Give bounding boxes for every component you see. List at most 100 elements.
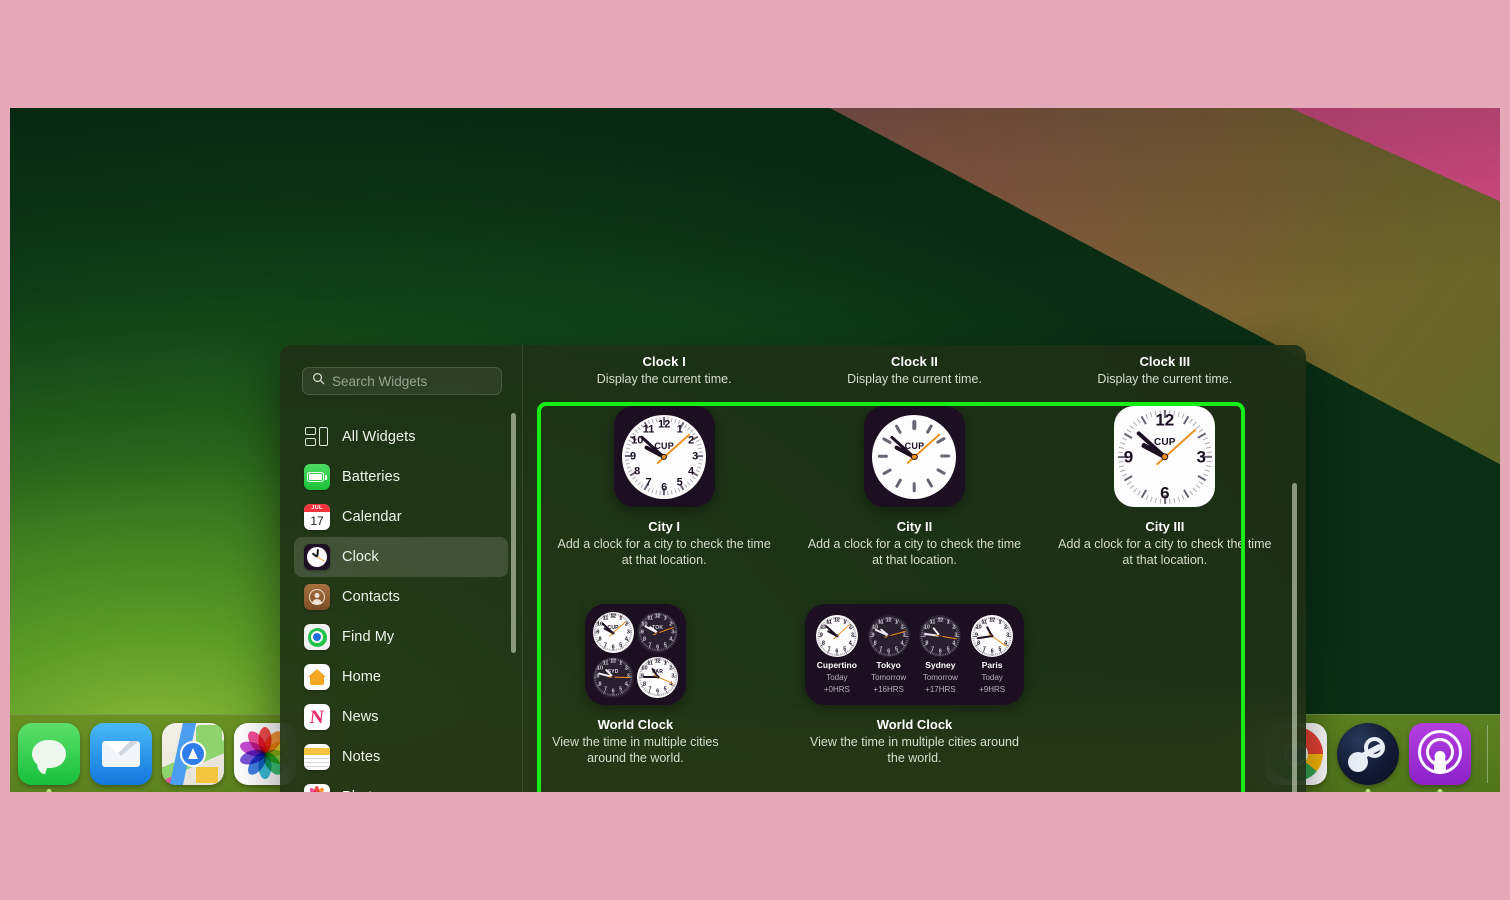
widget-row-city: 121234567891011CUP City I Add a clock fo… — [523, 406, 1306, 568]
world-clock-city-cupertino: 121234567891011CupertinoToday+0HRS — [816, 615, 858, 694]
sidebar-item-clock[interactable]: Clock — [294, 537, 508, 577]
sidebar-item-label: Photos — [342, 789, 388, 792]
clock-numeral: 3 — [851, 634, 854, 640]
clock-tick — [1203, 473, 1208, 476]
clock-numeral: 7 — [879, 647, 882, 653]
sidebar-item-label: Contacts — [342, 589, 400, 605]
clock-tick — [1137, 490, 1141, 495]
analog-clock-square: 12369CUP — [1114, 406, 1215, 507]
clock-tick — [625, 460, 629, 461]
widget-subtitle: Display the current time. — [549, 372, 779, 386]
world-clock-city-tokyo: 121234567891011TokyoTomorrow+16HRS — [868, 615, 910, 694]
clock-tick — [906, 632, 908, 633]
clock-tick — [1198, 481, 1203, 485]
dock-item-mail[interactable] — [90, 723, 152, 785]
clock-numeral: 3 — [692, 451, 698, 462]
sidebar-item-find-my[interactable]: Find My — [294, 617, 508, 657]
dock-item-steam[interactable] — [1337, 723, 1399, 785]
sidebar-item-notes[interactable]: Notes — [294, 737, 508, 777]
widget-preview-city-2[interactable]: CUP — [864, 406, 965, 507]
widget-preview-world-clock-small[interactable]: 121234567891011CUP121234567891011TOK1212… — [585, 604, 686, 705]
widget-subtitle: View the time in multiple cities around … — [807, 735, 1022, 766]
widget-card-city-1[interactable]: 121234567891011CUP City I Add a clock fo… — [539, 406, 789, 568]
clock-tick — [882, 653, 883, 655]
clock-tick — [630, 675, 632, 676]
widget-preview-city-3[interactable]: 12369CUP — [1114, 406, 1215, 507]
content-scrollbar[interactable] — [1292, 483, 1297, 792]
clock-numeral: 10 — [641, 667, 647, 673]
clock-icon — [304, 544, 330, 570]
clock-variant-headers: Clock I Display the current time. Clock … — [523, 345, 1306, 386]
clock-numeral: 1 — [619, 617, 622, 623]
sidebar-item-batteries[interactable]: Batteries — [294, 457, 508, 497]
clock-numeral: 1 — [677, 424, 683, 435]
clock-tick — [853, 630, 855, 631]
dock-item-maps[interactable] — [162, 723, 224, 785]
sidebar-item-photos[interactable]: Photos — [294, 777, 508, 792]
clock-tick — [1189, 490, 1193, 495]
widget-category-list: All Widgets Batteries JUL 17 Calendar — [280, 417, 522, 792]
clock-numeral: 2 — [952, 626, 955, 632]
clock-tick — [1206, 446, 1211, 448]
clock-numeral: 5 — [998, 647, 1001, 653]
sidebar-item-home[interactable]: Home — [294, 657, 508, 697]
clock-numeral: 8 — [925, 641, 928, 647]
clock-numeral: 5 — [947, 647, 950, 653]
clock-tick — [905, 641, 907, 642]
clock-numeral: 11 — [981, 620, 987, 626]
sidebar-item-contacts[interactable]: Contacts — [294, 577, 508, 617]
clock-tick — [697, 467, 701, 469]
sidebar-item-calendar[interactable]: JUL 17 Calendar — [294, 497, 508, 537]
clock-tick — [1118, 460, 1123, 462]
clock-numeral: 11 — [878, 620, 884, 626]
mini-clock-par: 121234567891011PAR — [637, 657, 678, 698]
clock-numeral: 12 — [989, 618, 995, 624]
clock-tick — [1196, 484, 1201, 488]
clock-tick — [1133, 421, 1137, 426]
clock-pivot — [887, 635, 890, 638]
clock-numeral: 5 — [664, 687, 667, 693]
clock-tick — [957, 632, 959, 633]
clock-numeral: 9 — [630, 451, 636, 462]
clock-tick — [1150, 496, 1153, 501]
widget-card-world-clock-medium[interactable]: 121234567891011CupertinoToday+0HRS121234… — [732, 604, 1098, 766]
clock-tick — [1126, 428, 1131, 432]
widget-card-world-clock-small[interactable]: 121234567891011CUP121234567891011TOK1212… — [539, 604, 732, 766]
clock-numeral: 5 — [664, 643, 667, 649]
clock-tick — [698, 463, 702, 465]
clock-numeral: 5 — [677, 478, 683, 489]
clock-numeral: 12 — [1155, 412, 1174, 429]
clock-numeral: 11 — [647, 661, 653, 667]
clock-numeral: 8 — [598, 637, 601, 643]
gallery-body: All Widgets Batteries JUL 17 Calendar — [280, 345, 1306, 792]
world-clock-city-name: Sydney — [925, 660, 955, 670]
clock-tick — [957, 641, 959, 642]
search-input[interactable] — [332, 374, 492, 389]
sidebar-item-news[interactable]: N News — [294, 697, 508, 737]
sidebar-scrollbar[interactable] — [511, 413, 516, 653]
sidebar-item-all-widgets[interactable]: All Widgets — [294, 417, 508, 457]
widget-preview-world-clock-medium[interactable]: 121234567891011CupertinoToday+0HRS121234… — [805, 604, 1024, 705]
sidebar-item-label: News — [342, 709, 379, 725]
world-clock-day: Today — [826, 673, 847, 682]
widget-preview-city-1[interactable]: 121234567891011CUP — [614, 406, 715, 507]
widget-card-city-3[interactable]: 12369CUP City III Add a clock for a city… — [1040, 406, 1290, 568]
clock-numeral: 7 — [931, 647, 934, 653]
clock-numeral: 1 — [664, 617, 667, 623]
dock-item-podcasts[interactable] — [1409, 723, 1471, 785]
clock-numeral: 3 — [1006, 634, 1009, 640]
widget-card-city-2[interactable]: CUP City II Add a clock for a city to ch… — [789, 406, 1039, 568]
mini-clock-syd: 121234567891011SYD — [593, 657, 634, 698]
clock-numeral: 9 — [641, 630, 644, 636]
clock-tick — [1181, 495, 1184, 500]
widget-title: World Clock — [598, 717, 674, 732]
search-widgets-field[interactable] — [302, 367, 502, 395]
clock-tick — [894, 653, 895, 655]
clock-numeral: 2 — [669, 667, 672, 673]
clock-numeral: 8 — [643, 637, 646, 643]
clock-numeral: 4 — [952, 641, 955, 647]
clock-numeral: 9 — [820, 634, 823, 640]
clock-tick — [1192, 487, 1196, 492]
dock-item-messages[interactable] — [18, 723, 80, 785]
clock-numeral: 12 — [886, 618, 892, 624]
